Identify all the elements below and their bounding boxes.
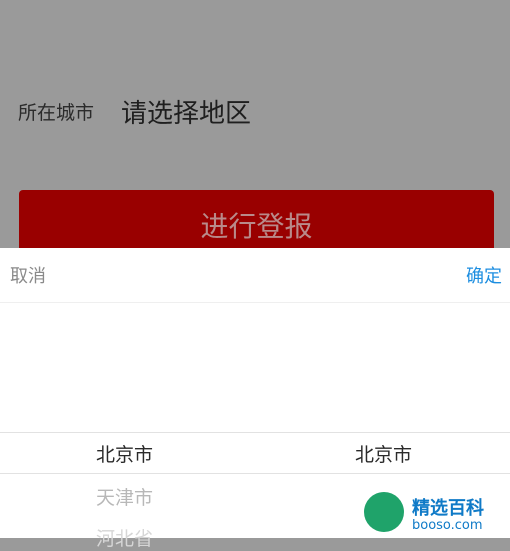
- province-option-selected[interactable]: 北京市: [0, 440, 255, 467]
- city-option-selected[interactable]: 北京市: [255, 440, 510, 467]
- city-field-value[interactable]: 请选择地区: [121, 93, 251, 130]
- submit-button[interactable]: 进行登报: [19, 190, 494, 256]
- watermark-url: booso.com: [412, 518, 483, 533]
- province-column[interactable]: 北京市 天津市 河北省: [0, 302, 255, 550]
- watermark-text: 精选百科: [412, 498, 484, 519]
- province-option[interactable]: 天津市: [0, 483, 255, 510]
- city-field-row[interactable]: 所在城市 请选择地区: [0, 85, 510, 137]
- confirm-button[interactable]: 确定: [466, 262, 502, 288]
- picker-toolbar: 取消 确定: [0, 248, 510, 303]
- watermark-logo: 精选百科 booso.com: [350, 476, 510, 538]
- cancel-button[interactable]: 取消: [10, 262, 46, 288]
- question-mark-icon: [364, 492, 404, 532]
- city-field-label: 所在城市: [18, 101, 95, 124]
